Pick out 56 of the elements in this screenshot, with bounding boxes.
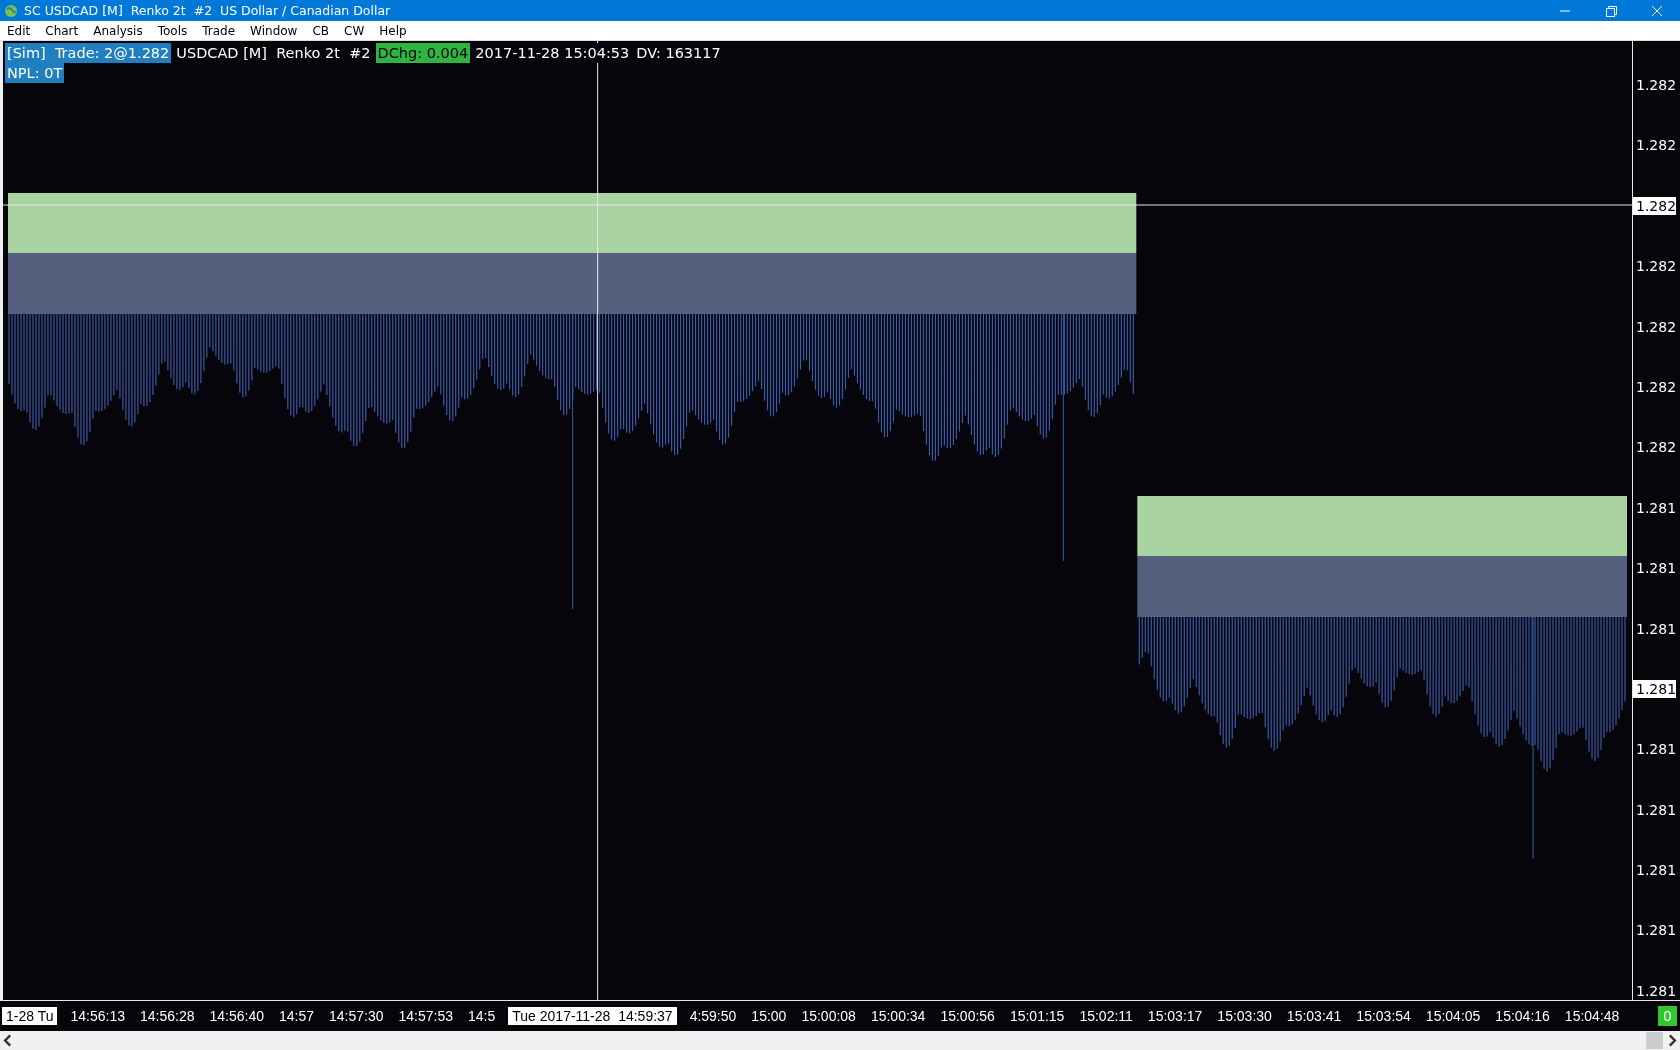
menu-item[interactable]: CW (344, 23, 365, 38)
menu-item[interactable]: Edit (7, 23, 31, 38)
price-label: 1.281 (1633, 679, 1677, 698)
price-label: 1.282 (1635, 136, 1677, 155)
price-label: 1.282 (1635, 377, 1677, 396)
time-label: 14:57:30 (328, 1007, 385, 1025)
chart-info-text: DChg: 0.004 (375, 43, 471, 63)
menu-item[interactable]: Chart (45, 23, 79, 38)
time-label: 15:03:30 (1216, 1007, 1273, 1025)
price-label: 1.281 (1635, 498, 1677, 517)
globe-icon (4, 3, 18, 18)
price-label: 1.281 (1635, 619, 1677, 638)
price-label: 1.282 (1633, 196, 1677, 215)
time-label: 15:00 (750, 1007, 788, 1025)
chart-info-text: [Sim] Trade: 2@1.282 (5, 43, 172, 63)
menu-item[interactable]: Window (250, 23, 298, 38)
time-label: 15:03:17 (1146, 1007, 1204, 1025)
scroll-thumb[interactable] (1646, 1032, 1663, 1049)
chart-info-text: NPL: 0T (5, 63, 65, 83)
horizontal-scrollbar[interactable] (0, 1031, 1680, 1050)
menu-item[interactable]: CB (312, 23, 330, 38)
time-label: 14:56:13 (69, 1007, 126, 1025)
menu-item[interactable]: Analysis (93, 23, 143, 38)
time-label: 15:01:15 (1008, 1007, 1066, 1025)
menu-item[interactable]: Tools (157, 23, 188, 38)
time-label: 15:00:08 (800, 1007, 857, 1025)
time-label: 14:56:40 (208, 1007, 265, 1025)
price-label: 1.281 (1635, 559, 1677, 578)
time-label: 1-28 Tu (2, 1007, 58, 1025)
window-title: SC USDCAD [M] Renko 2t #2 US Dollar / Canadian Dollar (24, 3, 391, 18)
time-label: 4:59:50 (688, 1007, 738, 1025)
time-label: 15:03:41 (1285, 1007, 1343, 1025)
time-label: 14:5 (467, 1007, 497, 1025)
time-label: 15:04:48 (1563, 1007, 1621, 1025)
time-label: Tue 2017-11-28 14:59:37 (508, 1007, 677, 1025)
price-label: 1.282 (1635, 76, 1677, 94)
price-label: 1.282 (1635, 257, 1677, 276)
price-label: 1.281 (1635, 981, 1677, 1000)
price-label: 1.281 (1635, 921, 1677, 940)
time-label: 15:00:34 (869, 1007, 927, 1025)
status-badge: 0 (1658, 1006, 1677, 1026)
time-label: 14:57:53 (397, 1007, 455, 1025)
time-label: 15:04:05 (1424, 1007, 1482, 1025)
menu-item[interactable]: Help (379, 23, 407, 38)
price-label: 1.281 (1635, 861, 1677, 880)
price-label: 1.281 (1635, 800, 1677, 819)
time-label: 15:02:11 (1078, 1007, 1134, 1025)
time-label: 14:57 (278, 1007, 316, 1025)
price-label: 1.281 (1635, 740, 1677, 759)
price-label: 1.282 (1635, 317, 1677, 336)
time-label: 14:56:28 (139, 1007, 196, 1025)
time-label: 15:03:54 (1355, 1007, 1412, 1025)
time-label: 15:04:16 (1494, 1007, 1551, 1025)
price-label: 1.282 (1635, 438, 1677, 457)
time-label: 15:00:56 (939, 1007, 996, 1025)
menu-item[interactable]: Trade (202, 23, 236, 38)
